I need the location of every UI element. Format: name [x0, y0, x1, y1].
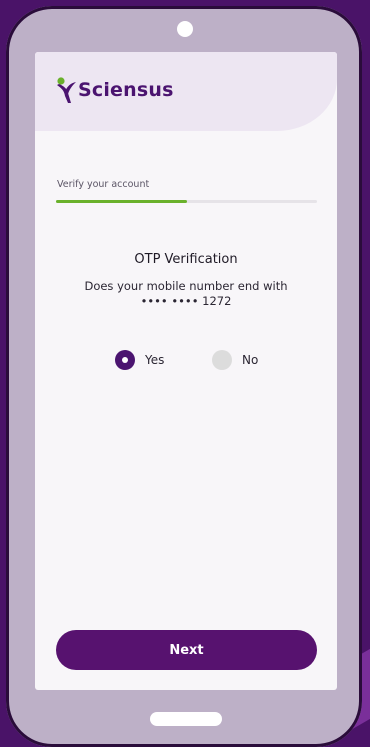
radio-option-yes[interactable]: Yes [115, 350, 164, 370]
app-screen: Sciensus Verify your account OTP Verific… [35, 52, 337, 690]
progress-bar-fill [56, 200, 187, 203]
number-confirmation-radio-group: Yes No [35, 350, 337, 374]
header: Sciensus [35, 52, 337, 131]
question-text: Does your mobile number end with [84, 279, 288, 293]
radio-label-yes: Yes [145, 353, 165, 367]
camera-icon [177, 21, 193, 37]
next-button[interactable]: Next [56, 630, 317, 670]
masked-phone-number: •••• •••• 1272 [140, 294, 232, 308]
phone-frame: Sciensus Verify your account OTP Verific… [6, 6, 362, 747]
home-indicator[interactable] [150, 712, 222, 726]
radio-label-no: No [242, 353, 259, 367]
verification-question: Does your mobile number end with •••• ••… [35, 279, 337, 309]
step-label: Verify your account [57, 179, 150, 190]
page-title: OTP Verification [134, 252, 238, 267]
radio-button-no[interactable] [212, 350, 232, 370]
brand-logo: Sciensus [55, 76, 174, 104]
radio-button-yes[interactable] [115, 350, 135, 370]
brand-name: Sciensus [78, 79, 174, 101]
radio-option-no[interactable]: No [212, 350, 258, 370]
sciensus-figure-icon [57, 77, 76, 103]
progress-bar [56, 200, 317, 203]
